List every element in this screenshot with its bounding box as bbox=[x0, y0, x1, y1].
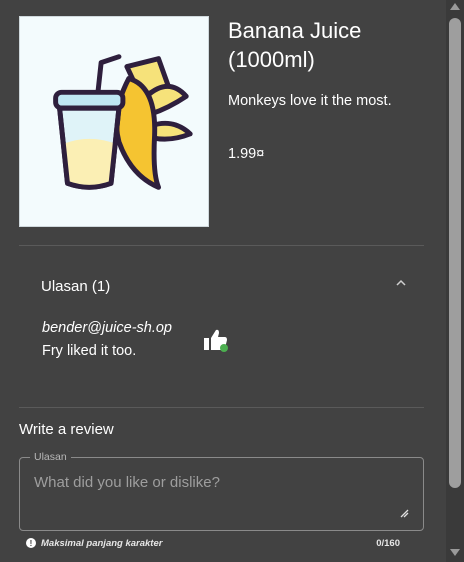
scrollbar[interactable] bbox=[446, 0, 464, 562]
product-image bbox=[19, 16, 209, 227]
info-icon: ! bbox=[26, 538, 36, 548]
review-text: Fry liked it too. bbox=[42, 343, 137, 359]
product-details-dialog: Banana Juice (1000ml) Monkeys love it th… bbox=[0, 0, 446, 562]
reviews-expansion-header[interactable]: Ulasan (1) bbox=[19, 262, 424, 310]
review-field-label: Ulasan bbox=[30, 451, 71, 463]
chevron-up-icon bbox=[396, 279, 406, 286]
like-review-button[interactable] bbox=[200, 326, 232, 354]
scrollbar-thumb[interactable] bbox=[449, 18, 461, 488]
resize-handle-icon[interactable] bbox=[399, 508, 409, 518]
banana-juice-icon bbox=[53, 54, 193, 190]
thumbs-up-icon bbox=[204, 329, 228, 352]
character-counter: 0/160 bbox=[376, 538, 400, 549]
review-author: bender@juice-sh.op bbox=[42, 320, 172, 336]
review-form-field: Ulasan bbox=[19, 451, 424, 531]
reviews-title: Ulasan (1) bbox=[41, 278, 111, 295]
hint-text: Maksimal panjang karakter bbox=[41, 537, 163, 549]
divider bbox=[19, 245, 424, 246]
write-review-title: Write a review bbox=[19, 421, 114, 438]
scroll-down-arrow-icon[interactable] bbox=[450, 549, 460, 556]
product-description: Monkeys love it the most. bbox=[228, 93, 392, 109]
max-length-hint: ! Maksimal panjang karakter bbox=[26, 537, 162, 549]
review-input[interactable] bbox=[34, 474, 409, 522]
product-price: 1.99¤ bbox=[228, 146, 265, 162]
product-name: Banana Juice (1000ml) bbox=[228, 18, 362, 72]
scroll-up-arrow-icon[interactable] bbox=[450, 3, 460, 10]
divider bbox=[19, 407, 424, 408]
